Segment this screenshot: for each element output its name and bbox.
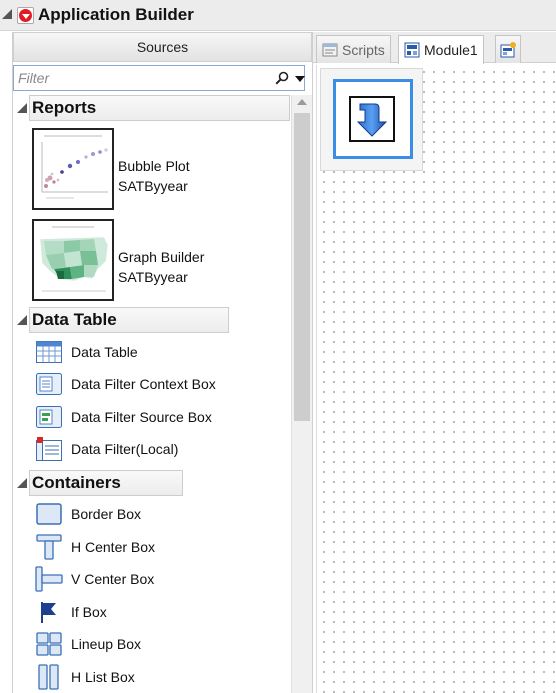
data-filter-local-icon xyxy=(35,435,63,463)
list-item-lineup-box[interactable]: Lineup Box xyxy=(35,630,285,658)
vertical-scrollbar[interactable] xyxy=(291,95,312,693)
report-item-graph-builder[interactable]: Graph Builder SATByyear xyxy=(32,219,282,301)
red-triangle-menu-icon[interactable] xyxy=(17,7,34,24)
sources-header-label: Sources xyxy=(136,39,189,55)
list-item-data-filter-context-box[interactable]: Data Filter Context Box xyxy=(35,370,285,398)
report-name: Graph Builder xyxy=(118,249,205,265)
list-item-label: Data Filter(Local) xyxy=(71,441,179,457)
filter-dropdown-icon[interactable] xyxy=(295,76,305,82)
list-item-label: Border Box xyxy=(71,506,142,522)
section-reports-label: Reports xyxy=(29,95,290,121)
if-box-icon xyxy=(35,598,63,626)
report-source: SATByyear xyxy=(118,269,188,285)
section-containers-label: Containers xyxy=(29,470,183,496)
h-list-box-icon xyxy=(35,663,63,691)
graph-builder-thumbnail xyxy=(32,219,114,301)
list-item-data-filter-local[interactable]: Data Filter(Local) xyxy=(35,435,285,463)
scrollbar-thumb[interactable] xyxy=(294,113,310,421)
collapse-triangle-icon[interactable] xyxy=(17,478,27,488)
list-item-label: H List Box xyxy=(71,669,135,685)
list-item-data-table[interactable]: Data Table xyxy=(35,338,285,366)
filter-box xyxy=(13,65,305,91)
section-data-table-label: Data Table xyxy=(29,307,229,333)
report-text: Bubble Plot SATByyear xyxy=(118,156,190,196)
h-center-box-icon xyxy=(35,533,63,561)
report-text: Graph Builder SATByyear xyxy=(118,247,204,287)
list-item-label: Data Table xyxy=(71,344,138,360)
tab-label: Scripts xyxy=(342,41,385,58)
module-canvas[interactable] xyxy=(316,65,556,693)
data-table-icon xyxy=(35,338,63,366)
sources-list: Reports Bubble Plot SATByyear Graph Buil… xyxy=(13,95,313,693)
scripts-icon xyxy=(322,43,338,56)
down-arrow-icon xyxy=(356,103,388,137)
filter-input[interactable] xyxy=(18,69,273,87)
list-item-label: If Box xyxy=(71,604,107,620)
module-box xyxy=(349,96,395,142)
tab-scripts[interactable]: Scripts xyxy=(316,35,391,63)
sources-header: Sources xyxy=(13,32,312,62)
title-bar: Application Builder xyxy=(0,0,556,31)
search-icon[interactable] xyxy=(275,71,289,85)
report-item-bubble-plot[interactable]: Bubble Plot SATByyear xyxy=(32,128,282,210)
list-item-label: H Center Box xyxy=(71,539,156,555)
list-item-h-list-box[interactable]: H List Box xyxy=(35,663,285,691)
new-module-icon xyxy=(500,41,516,57)
list-item-h-center-box[interactable]: H Center Box xyxy=(35,533,285,561)
data-filter-source-box-icon xyxy=(35,403,63,431)
v-center-box-icon xyxy=(35,565,63,593)
collapse-triangle-icon[interactable] xyxy=(2,9,12,19)
list-item-label: Lineup Box xyxy=(71,636,142,652)
module-icon xyxy=(404,42,420,58)
list-item-label: Data Filter Context Box xyxy=(71,376,216,392)
bubble-plot-thumbnail xyxy=(32,128,114,210)
app-title: Application Builder xyxy=(38,5,194,24)
report-source: SATByyear xyxy=(118,178,188,194)
data-filter-context-box-icon xyxy=(35,370,63,398)
list-item-label: Data Filter Source Box xyxy=(71,409,212,425)
sources-pane: Sources Reports xyxy=(12,32,312,693)
lineup-box-icon xyxy=(35,630,63,658)
list-item-v-center-box[interactable]: V Center Box xyxy=(35,565,285,593)
collapse-triangle-icon[interactable] xyxy=(17,103,27,113)
collapse-triangle-icon[interactable] xyxy=(17,315,27,325)
list-item-border-box[interactable]: Border Box xyxy=(35,500,285,528)
tab-module1[interactable]: Module1 xyxy=(398,35,484,64)
module-pane: Scripts Module1 xyxy=(312,32,556,693)
list-item-if-box[interactable]: If Box xyxy=(35,598,285,626)
report-name: Bubble Plot xyxy=(118,158,190,174)
tab-bar: Scripts Module1 xyxy=(313,32,556,64)
tab-label: Module1 xyxy=(424,42,478,58)
border-box-icon xyxy=(35,500,63,528)
module-object[interactable] xyxy=(320,68,423,171)
list-item-label: V Center Box xyxy=(71,571,155,587)
scroll-up-arrow-icon[interactable] xyxy=(297,99,307,105)
tab-new-module[interactable] xyxy=(495,35,521,63)
selected-module-frame[interactable] xyxy=(333,79,413,159)
list-item-data-filter-source-box[interactable]: Data Filter Source Box xyxy=(35,403,285,431)
